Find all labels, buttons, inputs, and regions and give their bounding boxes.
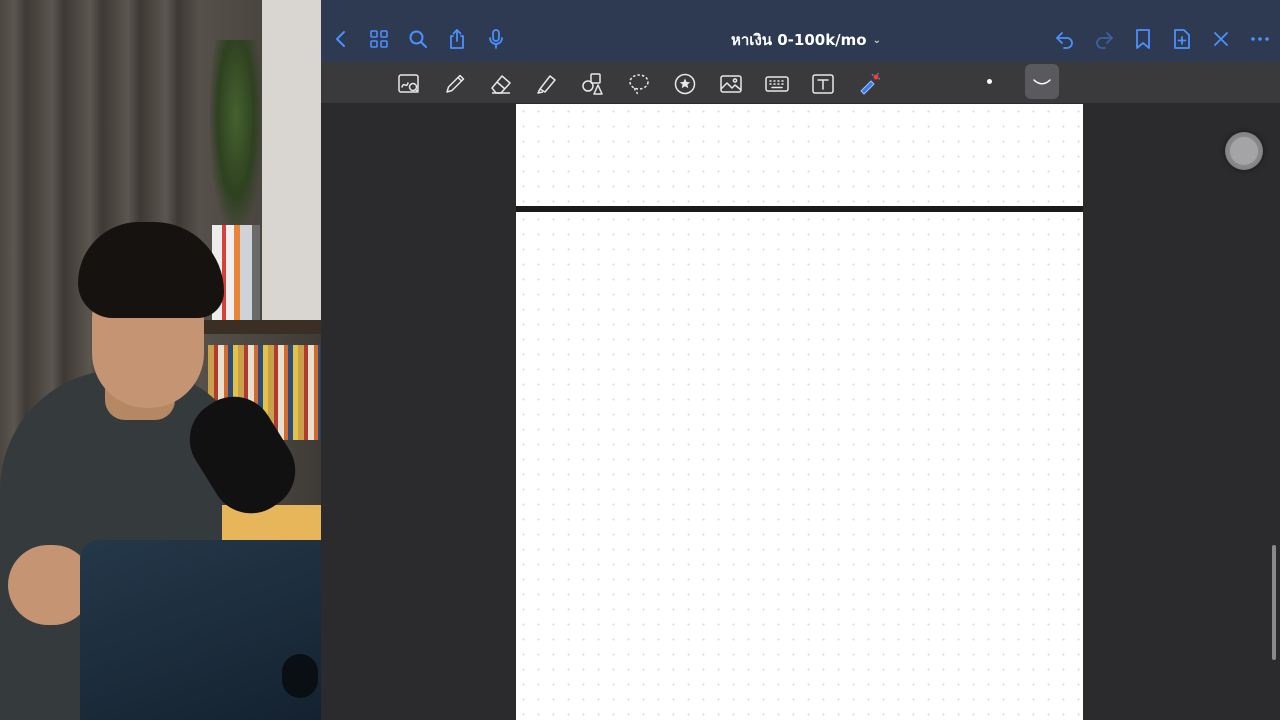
close-icon[interactable] xyxy=(1209,27,1233,51)
search-icon[interactable] xyxy=(406,27,430,51)
pen-size-dot[interactable] xyxy=(987,79,992,84)
zoom-window-icon[interactable] xyxy=(396,71,422,97)
microphone-icon[interactable] xyxy=(484,27,508,51)
laptop xyxy=(80,540,321,720)
bookshelf xyxy=(200,320,321,334)
plant xyxy=(210,40,262,230)
bookmark-icon[interactable] xyxy=(1131,27,1155,51)
apple-logo xyxy=(282,654,318,698)
share-icon[interactable] xyxy=(445,27,469,51)
pen-icon[interactable] xyxy=(442,71,468,97)
drawing-toolbar xyxy=(321,62,1280,103)
shapes-icon[interactable] xyxy=(580,71,606,97)
chevron-down-icon: ⌄ xyxy=(872,34,881,46)
grid-icon[interactable] xyxy=(367,27,391,51)
scroll-knob-inner xyxy=(1230,137,1258,165)
stroke-curve-icon xyxy=(1033,79,1051,85)
image-icon[interactable] xyxy=(718,71,744,97)
note-canvas[interactable] xyxy=(321,103,1280,720)
highlighter-icon[interactable] xyxy=(534,71,560,97)
webcam-feed xyxy=(0,0,321,720)
notes-app: หาเงิน 0-100k/mo ⌄ xyxy=(321,0,1280,720)
person-hair xyxy=(78,222,224,318)
laser-pointer-icon[interactable] xyxy=(856,71,882,97)
top-nav-bar: หาเงิน 0-100k/mo ⌄ xyxy=(321,0,1280,62)
lasso-icon[interactable] xyxy=(626,71,652,97)
add-page-icon[interactable] xyxy=(1170,27,1194,51)
current-page[interactable] xyxy=(516,212,1083,720)
more-icon[interactable] xyxy=(1248,27,1272,51)
keyboard-icon[interactable] xyxy=(764,71,790,97)
stroke-style-button[interactable] xyxy=(1025,64,1059,99)
text-icon[interactable] xyxy=(810,71,836,97)
eraser-icon[interactable] xyxy=(488,71,514,97)
scrollbar[interactable] xyxy=(1272,545,1276,660)
document-title[interactable]: หาเงิน 0-100k/mo ⌄ xyxy=(731,29,881,51)
back-icon[interactable] xyxy=(329,27,353,51)
redo-icon[interactable] xyxy=(1092,27,1116,51)
wall xyxy=(262,0,321,330)
previous-page[interactable] xyxy=(516,104,1083,206)
document-title-text: หาเงิน 0-100k/mo xyxy=(731,31,867,49)
elements-icon[interactable] xyxy=(672,71,698,97)
page-scroll-knob[interactable] xyxy=(1225,132,1263,170)
undo-icon[interactable] xyxy=(1053,27,1077,51)
